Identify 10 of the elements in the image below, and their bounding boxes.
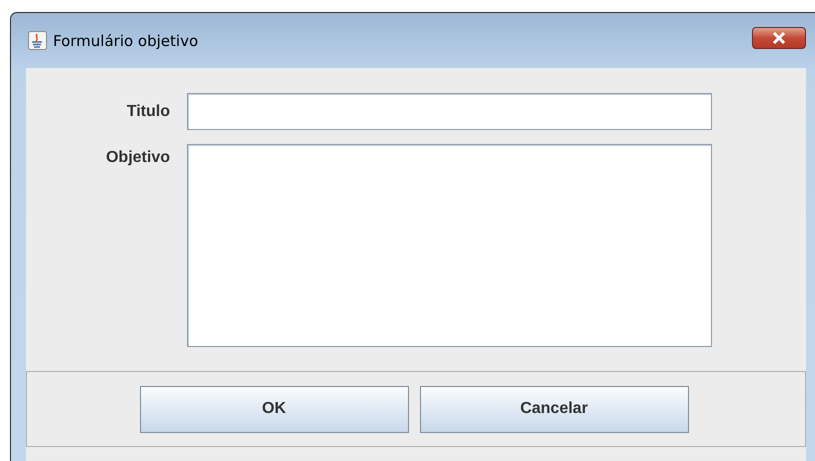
app-icon bbox=[28, 31, 47, 50]
input-field[interactable] bbox=[187, 93, 712, 130]
dialog-button[interactable]: OK bbox=[140, 386, 408, 432]
close-icon bbox=[770, 30, 788, 44]
close-button[interactable] bbox=[752, 26, 806, 48]
window-title: Formulário objetivo bbox=[53, 32, 200, 50]
field-label: Titulo bbox=[126, 102, 170, 121]
text-area[interactable] bbox=[187, 144, 712, 347]
dialog-button[interactable]: Cancelar bbox=[420, 386, 688, 432]
field-label: Objetivo bbox=[104, 148, 170, 167]
